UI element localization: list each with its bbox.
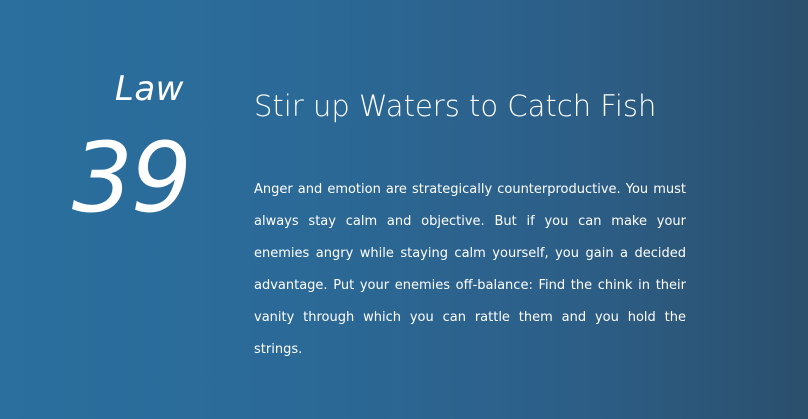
law-content: Stir up Waters to Catch Fish Anger and e… [254, 88, 686, 366]
law-description: Anger and emotion are strategically coun… [254, 182, 686, 357]
page: { "law": { "label": "Law", "number": "39… [0, 0, 808, 419]
law-label: Law [114, 69, 184, 109]
law-heading: Law 39 [60, 69, 192, 242]
law-number: 39 [71, 122, 192, 234]
law-title: Stir up Waters to Catch Fish [254, 89, 657, 123]
